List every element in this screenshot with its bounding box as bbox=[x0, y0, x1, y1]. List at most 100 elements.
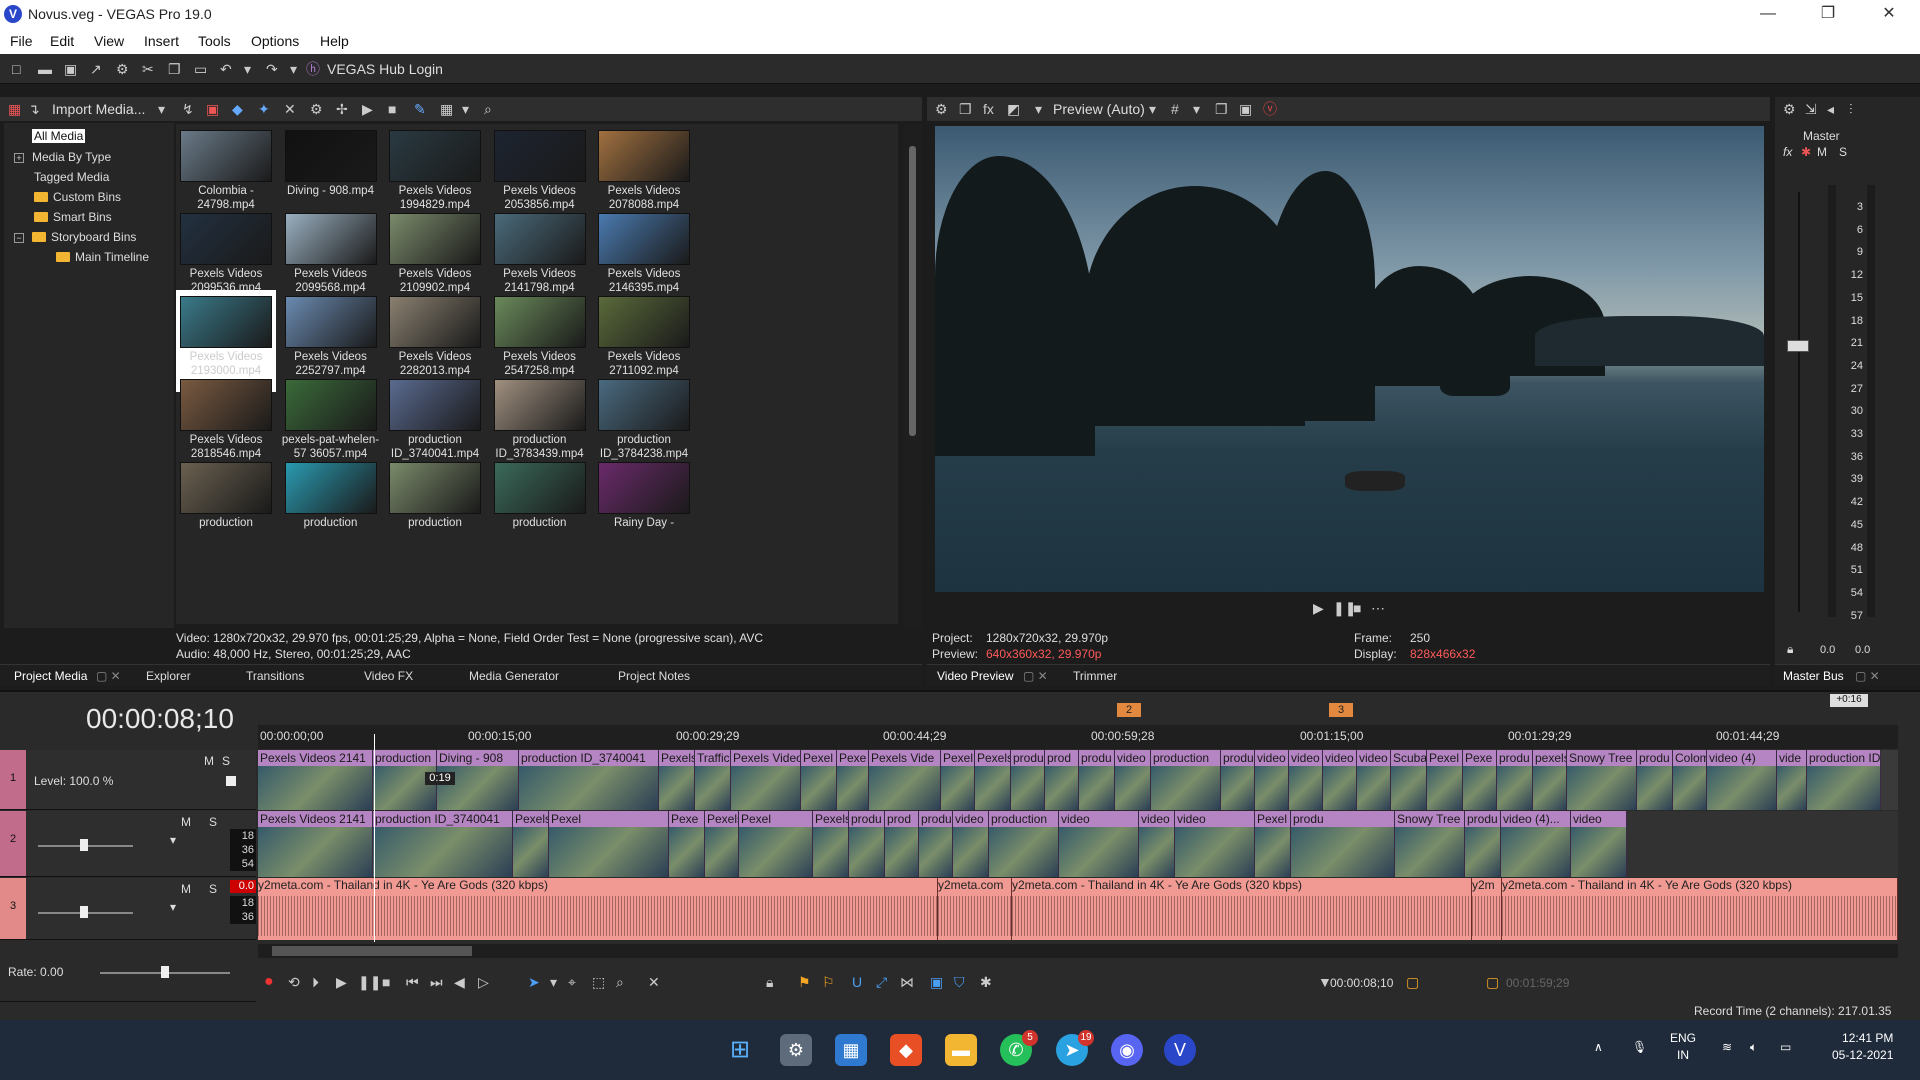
video-event[interactable]: video (4)... bbox=[1501, 811, 1571, 877]
video-event[interactable]: Pexels bbox=[659, 750, 695, 810]
video-event[interactable]: production ID bbox=[1807, 750, 1881, 810]
tab-explorer[interactable]: Explorer bbox=[146, 669, 191, 683]
video-event[interactable]: produ bbox=[1221, 750, 1255, 810]
audio-event[interactable]: y2meta.com - Thailand in 4K - Ye Are God… bbox=[1502, 878, 1898, 940]
tab-media-generator[interactable]: Media Generator bbox=[469, 669, 559, 683]
edit-tool-icon[interactable]: ➤ bbox=[528, 974, 540, 990]
auto-preview-icon[interactable]: ✎ bbox=[414, 101, 426, 117]
menu-file[interactable]: File bbox=[10, 33, 33, 49]
file-explorer-icon[interactable]: ▬ bbox=[945, 1034, 977, 1066]
preview-properties-icon[interactable]: ⚙ bbox=[935, 101, 948, 117]
paste-icon[interactable]: ▭ bbox=[194, 61, 207, 77]
video-event[interactable]: Pexel bbox=[1255, 811, 1291, 877]
media-properties-icon[interactable]: ⚙ bbox=[310, 101, 323, 117]
media-thumbnail[interactable]: production bbox=[281, 456, 381, 558]
color-tool-icon[interactable]: ✱ bbox=[980, 974, 992, 990]
tool-dropdown-icon[interactable]: ▾ bbox=[550, 974, 557, 990]
tab-project-notes[interactable]: Project Notes bbox=[618, 669, 690, 683]
video-event[interactable]: produ bbox=[849, 811, 885, 877]
track-header-1[interactable]: 1 Level: 100.0 % M S bbox=[0, 750, 256, 810]
snapping-icon[interactable]: U bbox=[852, 974, 862, 990]
video-event[interactable]: video bbox=[1357, 750, 1391, 810]
import-icon[interactable]: ↴ bbox=[28, 101, 40, 117]
tab-close-icon[interactable]: ▢ ✕ bbox=[96, 669, 121, 683]
language-indicator[interactable]: ENG IN bbox=[1670, 1030, 1696, 1064]
video-event[interactable]: Traffic bbox=[695, 750, 731, 810]
video-event[interactable]: prod bbox=[885, 811, 919, 877]
open-icon[interactable]: ▬ bbox=[38, 61, 52, 77]
play-from-start-icon[interactable]: ⏵ bbox=[312, 974, 319, 990]
capture-icon[interactable]: ↯ bbox=[182, 101, 194, 117]
video-event[interactable]: produ bbox=[1497, 750, 1533, 810]
save-icon[interactable]: ▣ bbox=[64, 61, 77, 77]
tree-media-by-type[interactable]: + Media By Type bbox=[14, 150, 111, 164]
cut-icon[interactable]: ✂ bbox=[142, 61, 154, 77]
video-event[interactable]: Pexe bbox=[1463, 750, 1497, 810]
play-icon[interactable]: ▶ bbox=[1313, 600, 1324, 616]
minimize-button[interactable]: — bbox=[1745, 2, 1791, 26]
selection-tool-icon[interactable]: ⬚ bbox=[592, 974, 605, 990]
vegas-taskbar-icon[interactable]: V bbox=[1164, 1034, 1196, 1066]
media-thumbnail[interactable]: production bbox=[176, 456, 276, 558]
pause-icon[interactable]: ❚❚ bbox=[358, 974, 381, 990]
track-mute-button[interactable]: M bbox=[181, 815, 191, 829]
views-dropdown-icon[interactable]: ▾ bbox=[462, 101, 469, 117]
track-solo-button[interactable]: S bbox=[222, 754, 230, 768]
video-event[interactable]: Snowy Tree bbox=[1567, 750, 1637, 810]
track-mute-button[interactable]: M bbox=[181, 882, 191, 896]
video-event[interactable]: video bbox=[1571, 811, 1627, 877]
video-event[interactable]: Pexels bbox=[813, 811, 849, 877]
track-solo-button[interactable]: S bbox=[209, 882, 217, 896]
video-event[interactable]: Pexels Vide bbox=[869, 750, 941, 810]
media-thumbnail[interactable]: production bbox=[490, 456, 590, 558]
video-event[interactable]: video bbox=[1175, 811, 1255, 877]
play-icon[interactable]: ▶ bbox=[336, 974, 347, 990]
video-event[interactable]: Colom bbox=[1673, 750, 1707, 810]
track-header-2[interactable]: 2 M S ▾ 18 36 54 bbox=[0, 811, 256, 877]
video-event[interactable]: production bbox=[1151, 750, 1221, 810]
menu-edit[interactable]: Edit bbox=[50, 33, 74, 49]
preview-quality[interactable]: Preview (Auto) bbox=[1053, 101, 1145, 117]
master-properties-icon[interactable]: ⚙ bbox=[1783, 101, 1796, 117]
go-start-icon[interactable]: ⏮ bbox=[406, 974, 419, 990]
expand-icon[interactable]: + bbox=[14, 153, 24, 163]
tab-master-bus[interactable]: Master Bus bbox=[1783, 669, 1844, 683]
copy-snapshot-icon[interactable]: ❐ bbox=[1215, 101, 1228, 117]
zoom-tool-icon[interactable]: ⌕ bbox=[616, 974, 624, 990]
external-monitor-icon[interactable]: ❐ bbox=[959, 101, 972, 117]
video-event[interactable]: production ID_3740041 bbox=[519, 750, 659, 810]
video-event[interactable]: Pexels Video bbox=[731, 750, 801, 810]
playhead-cursor[interactable] bbox=[374, 734, 375, 942]
video-event[interactable]: video bbox=[1255, 750, 1289, 810]
get-media-icon[interactable]: ▣ bbox=[206, 101, 219, 117]
video-event[interactable]: Pexel bbox=[1427, 750, 1463, 810]
video-event[interactable]: Pexe bbox=[837, 750, 869, 810]
track-lane-1[interactable]: Pexels Videos 2141 production Diving - 908… bbox=[258, 750, 1898, 810]
audio-event[interactable]: y2meta.com bbox=[938, 878, 1012, 940]
track-lane-3[interactable]: y2meta.com - Thailand in 4K - Ye Are God… bbox=[258, 878, 1898, 940]
envelope-tool-icon[interactable]: ⌖ bbox=[568, 974, 576, 990]
video-event[interactable]: production bbox=[989, 811, 1059, 877]
tree-tagged-media[interactable]: Tagged Media bbox=[34, 170, 109, 184]
track-mute-button[interactable]: M bbox=[204, 754, 214, 768]
tab-video-fx[interactable]: Video FX bbox=[364, 669, 413, 683]
downmix-icon[interactable]: ⇲ bbox=[1805, 101, 1817, 117]
import-media-button[interactable]: Import Media... bbox=[52, 101, 145, 117]
tag-icon[interactable]: ✢ bbox=[336, 101, 348, 117]
render-icon[interactable]: ↗ bbox=[90, 61, 102, 77]
brave-icon[interactable]: ◆ bbox=[890, 1034, 922, 1066]
media-thumbnail[interactable]: production bbox=[385, 456, 485, 558]
tree-main-timeline[interactable]: Main Timeline bbox=[56, 250, 149, 264]
save-snapshot-icon[interactable]: ▣ bbox=[1239, 101, 1252, 117]
new-icon[interactable]: □ bbox=[12, 61, 20, 77]
master-fader-handle[interactable] bbox=[1787, 340, 1809, 352]
remove-icon[interactable]: ✕ bbox=[284, 101, 296, 117]
menu-insert[interactable]: Insert bbox=[144, 33, 179, 49]
audio-event[interactable]: y2meta.com - Thailand in 4K - Ye Are God… bbox=[1012, 878, 1472, 940]
rate-slider-handle[interactable] bbox=[161, 966, 169, 978]
volume-icon[interactable]: 🔈︎ bbox=[1750, 1040, 1757, 1055]
video-event[interactable]: produ bbox=[1637, 750, 1673, 810]
prev-frame-icon[interactable]: ◀ bbox=[454, 974, 465, 990]
whatsapp-icon[interactable]: ✆ 5 bbox=[1000, 1030, 1038, 1066]
video-event[interactable]: produ bbox=[1011, 750, 1045, 810]
